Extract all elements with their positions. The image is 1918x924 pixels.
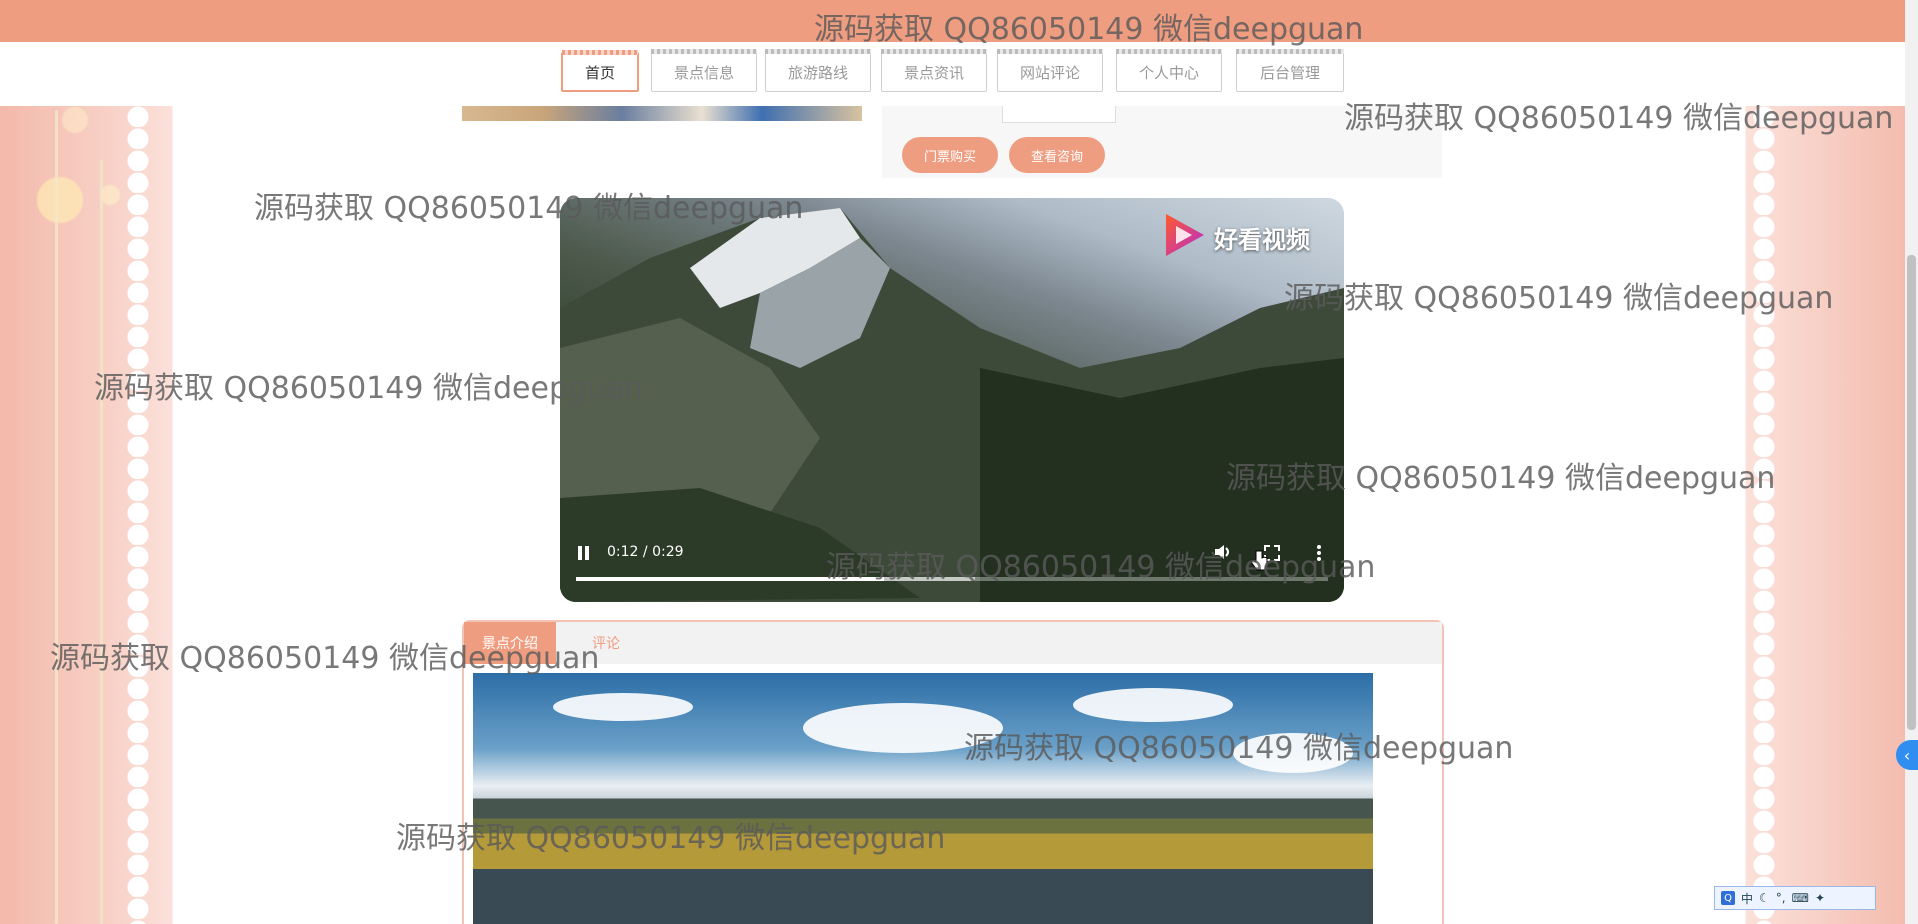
ime-logo-icon: Q [1721,891,1735,905]
video-progress-bar[interactable] [576,577,1328,581]
nav-admin[interactable]: 后台管理 [1236,49,1344,92]
video-brand: 好看视频 [1214,226,1310,254]
progress-played [576,577,884,581]
pause-icon[interactable] [577,545,591,565]
more-vert-icon[interactable] [1316,545,1322,565]
scenic-thumbnail [462,106,862,121]
volume-icon[interactable] [1214,544,1232,564]
time-separator: / [642,544,648,560]
scallop-border-left [126,105,150,924]
view-consult-button[interactable]: 查看咨询 [1009,137,1105,173]
top-bar [0,0,1905,42]
chevron-left-icon[interactable]: ‹ [1896,740,1918,770]
buy-ticket-button[interactable]: 门票购买 [902,137,998,173]
flower-stem [100,160,103,924]
video-time: 0:12 / 0:29 [607,544,684,560]
ime-punct-icon[interactable]: °, [1776,891,1786,905]
video-player[interactable] [560,198,1344,602]
scenic-photo [473,673,1373,924]
ime-toolbar[interactable]: Q 中 ☾ °, ⌨ ✦ [1714,886,1876,910]
tab-comments[interactable]: 评论 [578,622,634,664]
flower-stem [55,110,58,924]
nav-scenic-info[interactable]: 景点信息 [651,49,757,92]
mountain-scene [560,208,1344,602]
nav-home[interactable]: 首页 [561,50,639,92]
scallop-border-right [1752,105,1776,924]
tab-scenic-intro[interactable]: 景点介绍 [464,622,556,664]
quantity-field[interactable] [1002,106,1116,123]
nav-site-comments[interactable]: 网站评论 [997,49,1103,92]
hand-cursor-icon [1250,550,1268,571]
ime-settings-icon[interactable]: ✦ [1815,891,1825,905]
scrollbar-thumb[interactable] [1907,255,1916,730]
current-time: 0:12 [607,544,639,560]
nav-travel-routes[interactable]: 旅游路线 [765,49,871,92]
nav-personal-center[interactable]: 个人中心 [1116,49,1222,92]
duration: 0:29 [652,544,684,560]
ime-keyboard-icon[interactable]: ⌨ [1792,891,1809,905]
haokan-logo-icon [1166,214,1204,256]
ime-mode[interactable]: 中 [1741,890,1753,907]
ime-moon-icon[interactable]: ☾ [1759,891,1770,905]
nav-scenic-news[interactable]: 景点资讯 [881,49,987,92]
